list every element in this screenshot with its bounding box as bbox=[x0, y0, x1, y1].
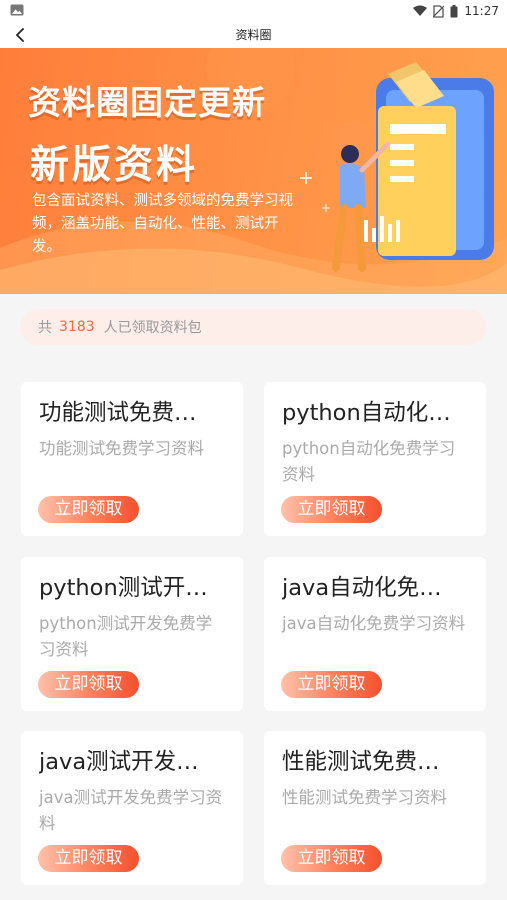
claim-button[interactable]: 立即领取 bbox=[38, 496, 139, 523]
wifi-icon bbox=[413, 5, 428, 16]
nav-bar: 资料圈 bbox=[0, 22, 507, 48]
battery-icon bbox=[450, 4, 458, 17]
claim-button[interactable]: 立即领取 bbox=[281, 845, 382, 872]
resource-card-java-test-dev[interactable]: java测试开发… java测试开发免费学习资料 立即领取 bbox=[21, 731, 243, 885]
card-subtitle: python测试开发免费学习资料 bbox=[39, 614, 213, 659]
count-prefix: 共 bbox=[38, 320, 52, 336]
claim-count: 3183 bbox=[59, 319, 95, 335]
resource-card-performance-testing[interactable]: 性能测试免费… 性能测试免费学习资料 立即领取 bbox=[264, 731, 486, 885]
resource-card-python-automation[interactable]: python自动化… python自动化免费学习资料 立即领取 bbox=[264, 382, 486, 536]
status-icons: 11:27 bbox=[413, 2, 499, 20]
claim-button[interactable]: 立即领取 bbox=[38, 845, 139, 872]
card-subtitle: 功能测试免费学习资料 bbox=[39, 439, 204, 458]
banner-title-line1: 资料圈固定更新 bbox=[28, 83, 266, 122]
card-title: java测试开发… bbox=[39, 749, 199, 775]
count-suffix: 人已领取资料包 bbox=[103, 320, 202, 336]
card-subtitle: 性能测试免费学习资料 bbox=[282, 788, 447, 807]
page-title: 资料圈 bbox=[235, 28, 272, 42]
card-subtitle: java自动化免费学习资料 bbox=[282, 614, 466, 633]
banner-description: 包含面试资料、测试多领域的免费学习视频，涵盖功能、自动化、性能、测试开发。 bbox=[32, 193, 293, 255]
no-sim-icon bbox=[433, 4, 445, 18]
status-bar: 11:27 bbox=[0, 0, 507, 22]
gallery-notification-icon bbox=[10, 4, 24, 16]
card-title: java自动化免… bbox=[282, 575, 442, 601]
card-title: python自动化… bbox=[282, 400, 451, 426]
resource-card-python-test-dev[interactable]: python测试开… python测试开发免费学习资料 立即领取 bbox=[21, 557, 243, 711]
card-title: 功能测试免费… bbox=[39, 400, 197, 426]
clock: 11:27 bbox=[464, 4, 499, 18]
banner-illustration bbox=[300, 62, 494, 272]
promo-banner[interactable]: 资料圈固定更新 新版资料 包含面试资料、测试多领域的免费学习视频，涵盖功能、自动… bbox=[0, 48, 507, 294]
claim-count-bar: 共 3183 人已领取资料包 bbox=[20, 309, 486, 345]
card-subtitle: python自动化免费学习资料 bbox=[282, 439, 456, 484]
claim-button[interactable]: 立即领取 bbox=[281, 496, 382, 523]
banner-title-line2: 新版资料 bbox=[30, 143, 199, 188]
card-title: 性能测试免费… bbox=[282, 749, 440, 775]
card-subtitle: java测试开发免费学习资料 bbox=[39, 788, 223, 833]
resource-card-java-automation[interactable]: java自动化免… java自动化免费学习资料 立即领取 bbox=[264, 557, 486, 711]
resource-card-functional-testing[interactable]: 功能测试免费… 功能测试免费学习资料 立即领取 bbox=[21, 382, 243, 536]
claim-button[interactable]: 立即领取 bbox=[38, 671, 139, 698]
card-title: python测试开… bbox=[39, 575, 208, 601]
claim-button[interactable]: 立即领取 bbox=[281, 671, 382, 698]
